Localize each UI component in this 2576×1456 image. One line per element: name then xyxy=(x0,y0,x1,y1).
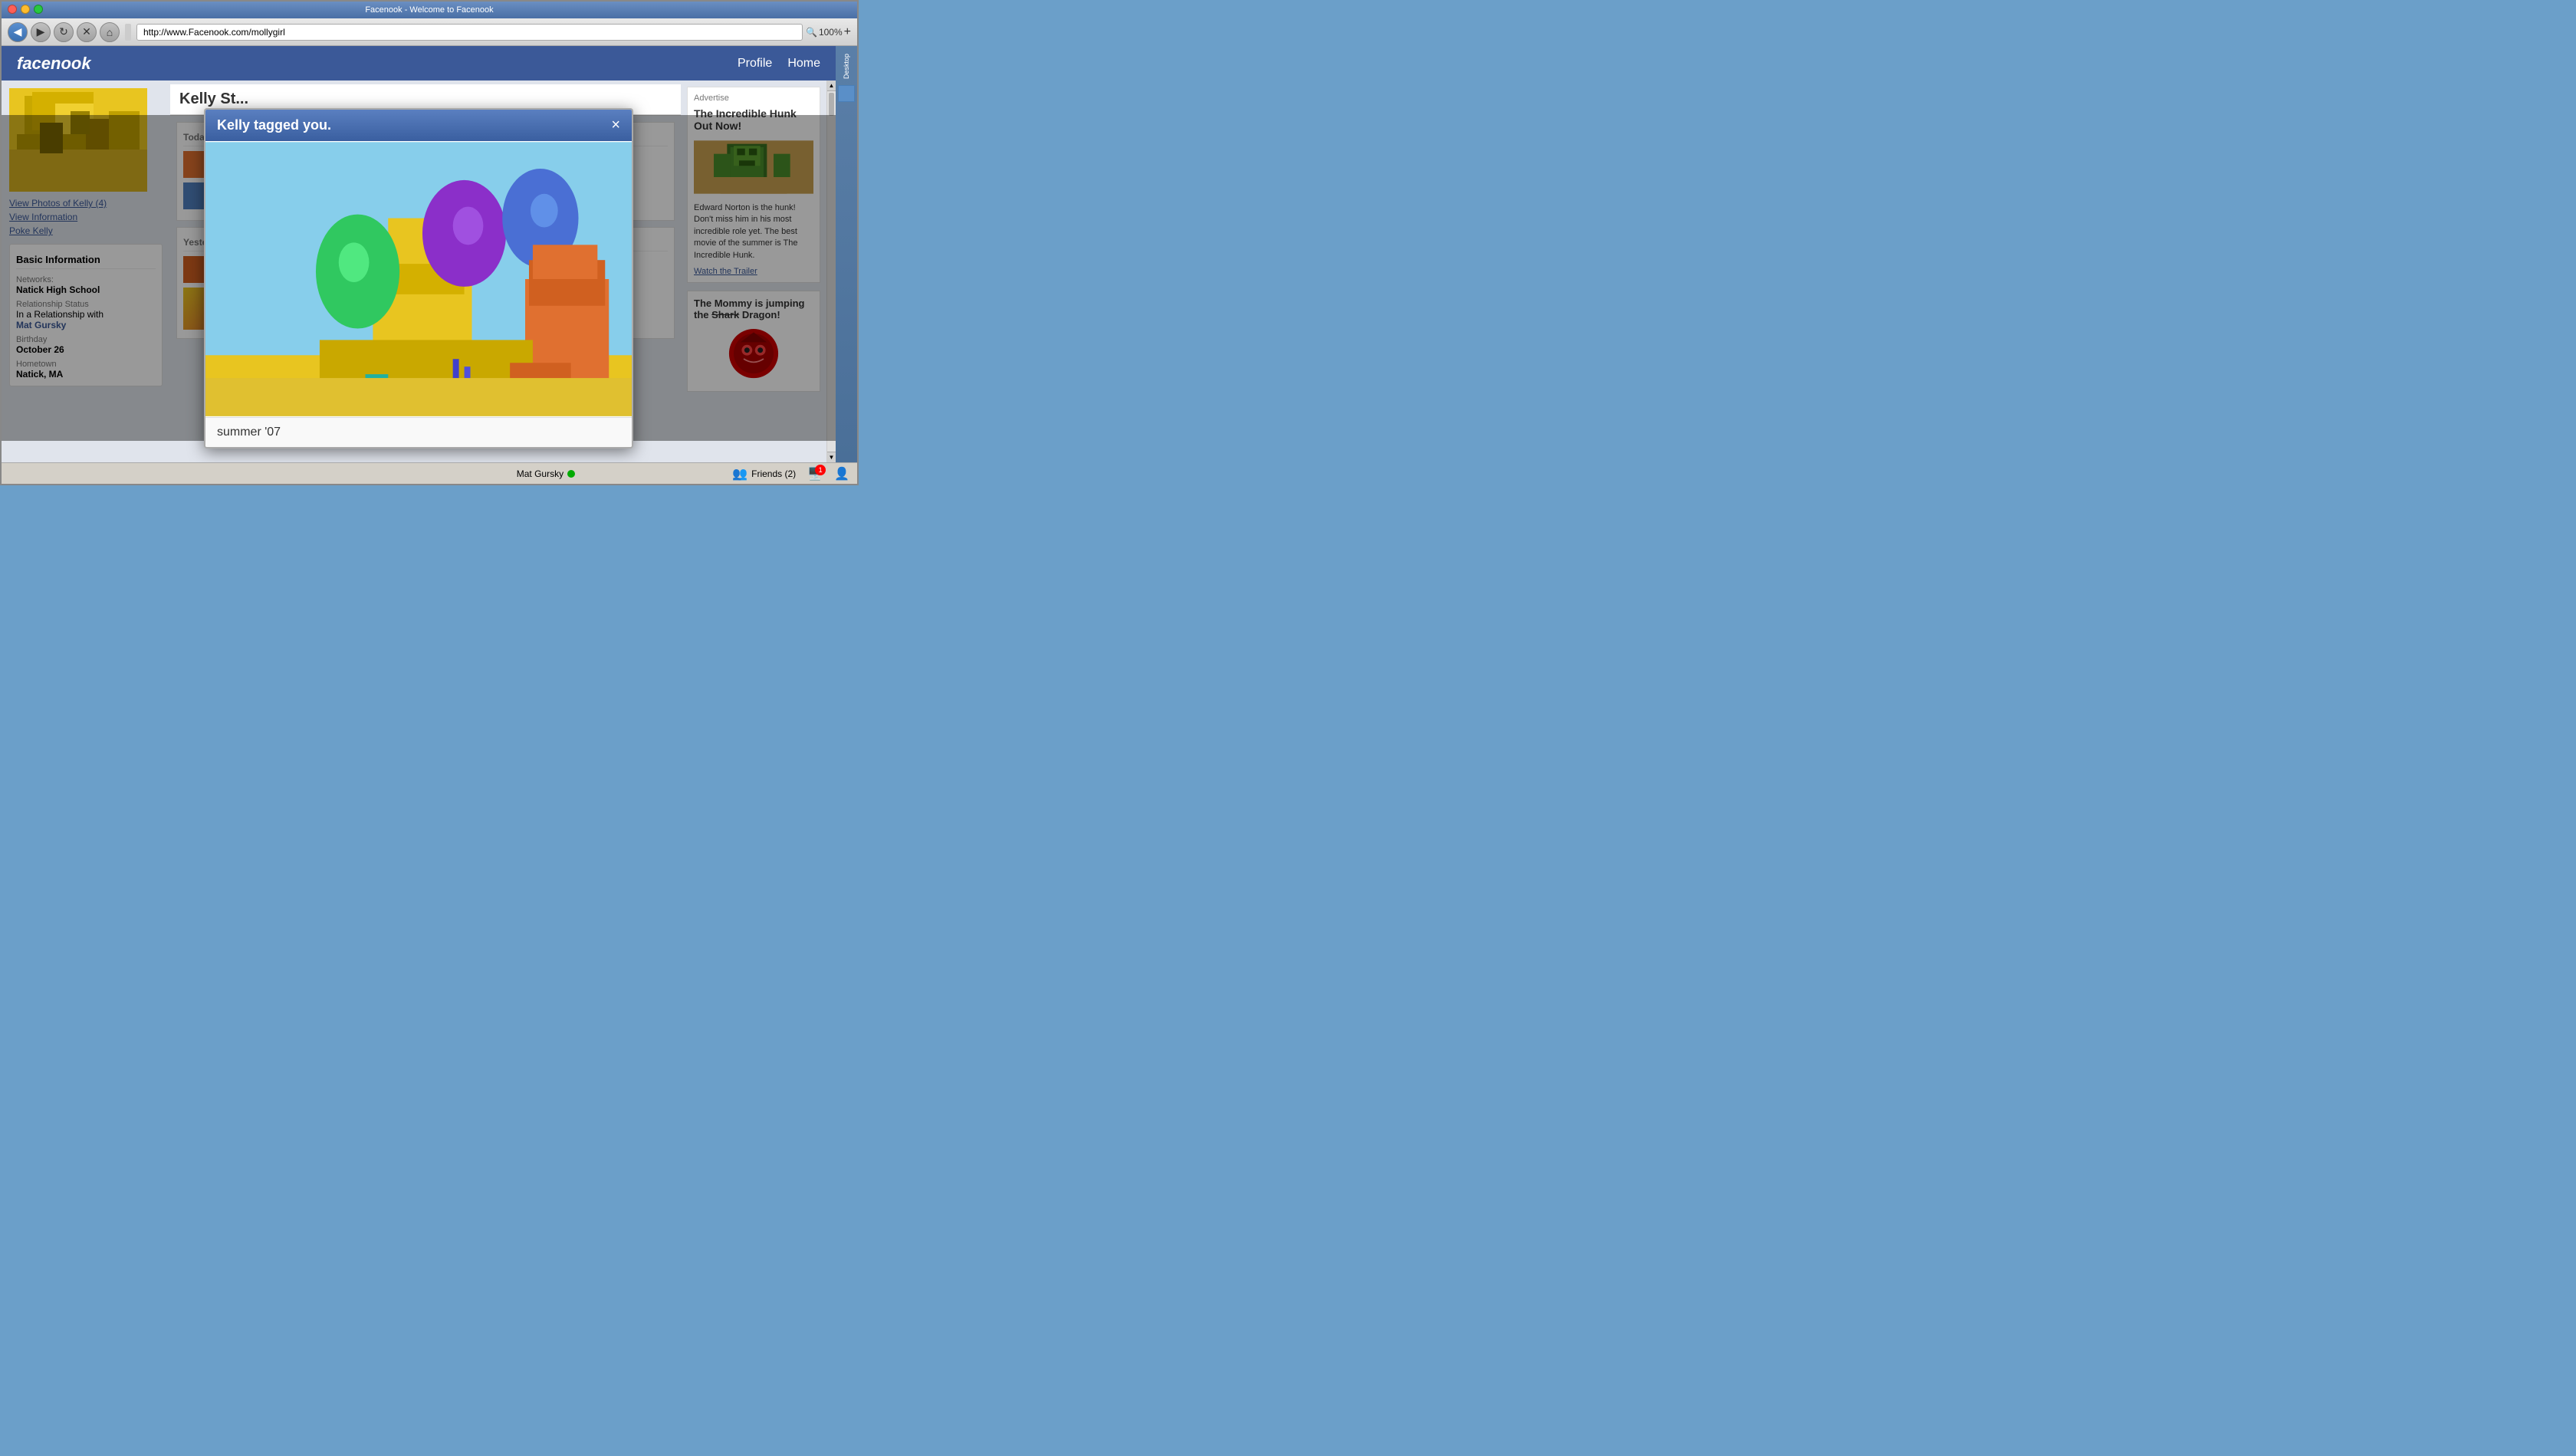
scroll-up-button[interactable]: ▲ xyxy=(827,81,836,91)
modal-title: Kelly tagged you. xyxy=(217,117,331,133)
security-icon xyxy=(125,24,131,41)
nav-profile[interactable]: Profile xyxy=(738,57,772,71)
scroll-down-button[interactable]: ▼ xyxy=(827,452,836,462)
friends-button[interactable]: 👥 Friends (2) xyxy=(732,466,796,481)
tag-modal: Kelly tagged you. × xyxy=(204,108,633,449)
friends-label: Friends (2) xyxy=(751,468,796,479)
notification-badge: 1 xyxy=(815,465,826,475)
browser-body: facenook Profile Home xyxy=(2,46,857,462)
modal-header: Kelly tagged you. × xyxy=(205,110,632,141)
minimize-button[interactable] xyxy=(21,5,30,14)
zoom-control: 🔍 100% + xyxy=(806,25,851,39)
maximize-button[interactable] xyxy=(34,5,43,14)
close-button[interactable] xyxy=(8,5,17,14)
advertise-label: Advertise xyxy=(694,94,813,103)
zoom-level: 100% xyxy=(819,27,843,38)
address-bar[interactable] xyxy=(136,24,803,41)
profile-page: View Photos of Kelly (4) View Informatio… xyxy=(2,81,836,462)
stop-button[interactable]: ✕ xyxy=(77,22,97,42)
modal-image xyxy=(205,141,632,417)
modal-body: summer '07 xyxy=(205,141,632,447)
nav-home[interactable]: Home xyxy=(787,57,820,71)
zoom-in-icon[interactable]: + xyxy=(844,25,851,39)
home-button[interactable]: ⌂ xyxy=(100,22,120,42)
modal-caption: summer '07 xyxy=(205,417,632,447)
profile-name: Kelly St... xyxy=(179,90,248,108)
title-bar: Facenook - Welcome to Facenook xyxy=(2,2,857,18)
scroll-thumb[interactable] xyxy=(829,93,834,116)
status-user: Mat Gursky xyxy=(371,468,721,479)
fb-logo: facenook xyxy=(17,54,91,74)
balloon-scene-svg xyxy=(205,141,632,417)
status-bar: Mat Gursky 👥 Friends (2) 🖥️ 1 👤 xyxy=(2,462,857,484)
toolbar: ◀ ▶ ↻ ✕ ⌂ 🔍 100% + xyxy=(2,18,857,46)
online-indicator xyxy=(567,470,575,478)
fb-header: facenook Profile Home xyxy=(2,46,836,81)
zoom-out-icon[interactable]: 🔍 xyxy=(806,27,817,38)
modal-overlay[interactable]: Kelly tagged you. × xyxy=(2,115,836,441)
user-icon[interactable]: 👤 xyxy=(834,466,849,481)
reload-button[interactable]: ↻ xyxy=(54,22,74,42)
logged-in-user: Mat Gursky xyxy=(517,468,564,479)
friends-icon: 👥 xyxy=(732,466,748,481)
forward-button[interactable]: ▶ xyxy=(31,22,51,42)
modal-close-button[interactable]: × xyxy=(611,117,620,133)
desktop-label: Desktop xyxy=(843,54,850,79)
fb-nav: Profile Home xyxy=(738,57,820,71)
window-title: Facenook - Welcome to Facenook xyxy=(365,5,493,15)
desktop-sidebar: Desktop xyxy=(836,46,857,462)
window-controls xyxy=(8,5,43,14)
back-button[interactable]: ◀ xyxy=(8,22,28,42)
page-inner: facenook Profile Home xyxy=(2,46,836,462)
desktop-icon[interactable] xyxy=(838,85,855,102)
browser-window: Facenook - Welcome to Facenook ◀ ▶ ↻ ✕ ⌂… xyxy=(0,0,859,485)
notification-area: 🖥️ 1 xyxy=(807,466,823,481)
